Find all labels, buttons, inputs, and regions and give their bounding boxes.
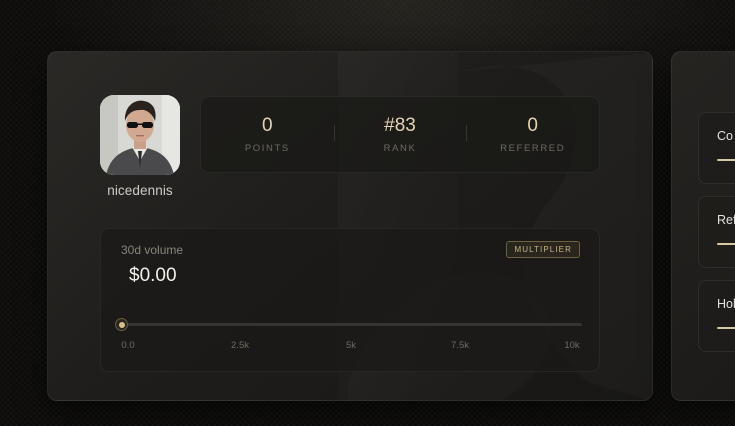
side-item[interactable]: Ref [698, 196, 735, 268]
slider-tick: 5k [345, 340, 357, 351]
stat-referred: 0 REFERRED [466, 115, 599, 154]
avatar[interactable] [100, 95, 180, 175]
slider-tick: 7.5k [451, 340, 469, 351]
volume-panel: 30d volume $0.00 MULTIPLIER 0.0 2.5k 5k … [100, 228, 600, 372]
avatar-image [100, 95, 180, 175]
stat-label: RANK [383, 143, 417, 154]
side-item-progress [717, 327, 735, 329]
volume-amount: $0.00 [129, 265, 177, 286]
slider-ticks: 0.0 2.5k 5k 7.5k 10k [101, 340, 599, 352]
stat-rank: #83 RANK [333, 115, 467, 154]
multiplier-badge[interactable]: MULTIPLIER [506, 241, 580, 258]
side-item-label: Hol [717, 297, 735, 311]
stat-value: 0 [527, 115, 538, 136]
username: nicedennis [107, 183, 173, 198]
side-item-progress [717, 159, 735, 161]
stat-points: 0 POINTS [201, 115, 334, 154]
side-item[interactable]: Co [698, 112, 735, 184]
stat-label: REFERRED [500, 143, 566, 154]
stat-label: POINTS [244, 143, 290, 154]
side-card: Co Ref Hol [671, 51, 735, 401]
side-item-label: Co [717, 129, 733, 143]
side-item-progress [717, 243, 735, 245]
profile: nicedennis [100, 95, 180, 198]
stat-value: #83 [384, 115, 416, 136]
slider-tick: 10k [564, 340, 580, 351]
stat-value: 0 [262, 115, 273, 136]
profile-card: nicedennis 0 POINTS #83 RANK 0 REFERRED … [47, 51, 653, 401]
volume-label: 30d volume [121, 243, 184, 257]
volume-slider-thumb[interactable] [115, 318, 128, 331]
stats-panel: 0 POINTS #83 RANK 0 REFERRED [200, 96, 600, 173]
side-item[interactable]: Hol [698, 280, 735, 352]
slider-tick: 2.5k [231, 340, 249, 351]
side-item-label: Ref [717, 213, 735, 227]
slider-tick: 0.0 [121, 340, 135, 351]
volume-slider-track[interactable] [121, 323, 582, 326]
